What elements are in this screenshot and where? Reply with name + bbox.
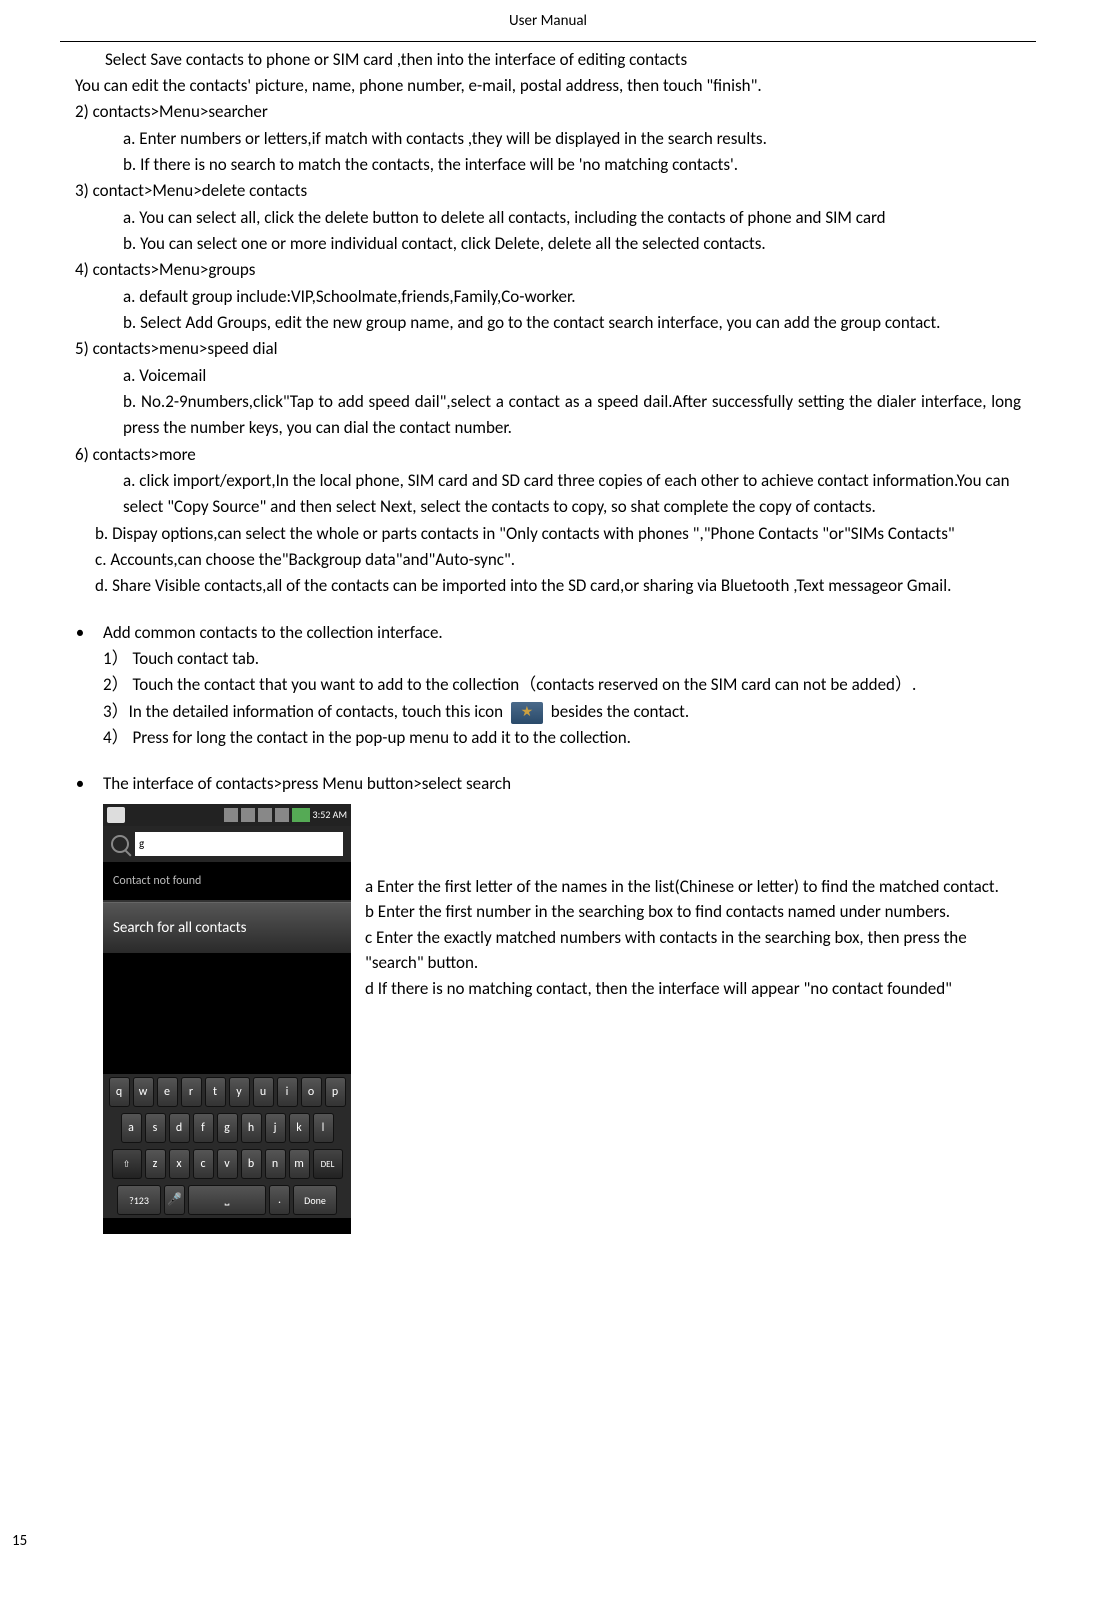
key[interactable]: o <box>301 1077 322 1107</box>
mic-key[interactable]: 🎤 <box>164 1185 185 1215</box>
key[interactable]: l <box>313 1113 334 1143</box>
key[interactable]: w <box>133 1077 154 1107</box>
no-results-text: Contact not found <box>103 862 351 900</box>
key[interactable]: c <box>193 1149 214 1179</box>
list-item: a. Enter numbers or letters,if match wit… <box>75 126 1021 152</box>
clock-text: 3:52 AM <box>313 807 347 822</box>
status-bar: 3:52 AM <box>103 804 351 826</box>
list-item: b. No.2-9numbers,click"Tap to add speed … <box>75 389 1021 442</box>
section-heading: 5) contacts>menu>speed dial <box>75 336 1021 362</box>
list-item: a. default group include:VIP,Schoolmate,… <box>75 284 1021 310</box>
key[interactable]: p <box>325 1077 346 1107</box>
soft-keyboard: q w e r t y u i o p a <box>103 1074 351 1218</box>
key[interactable]: i <box>277 1077 298 1107</box>
key[interactable]: x <box>169 1149 190 1179</box>
step-text: 3）In the detailed information of contact… <box>103 699 1021 725</box>
key[interactable]: g <box>217 1113 238 1143</box>
key[interactable]: d <box>169 1113 190 1143</box>
key[interactable]: n <box>265 1149 286 1179</box>
star-icon <box>511 702 543 724</box>
search-input[interactable]: g <box>135 832 343 856</box>
key[interactable]: b <box>241 1149 262 1179</box>
signal-icon <box>258 808 272 822</box>
key[interactable]: j <box>265 1113 286 1143</box>
list-item: a. click import/export,In the local phon… <box>75 468 1021 521</box>
body-text: Select Save contacts to phone or SIM car… <box>75 47 1021 73</box>
step-text-part: besides the contact. <box>551 701 689 722</box>
list-item: b Enter the first number in the searchin… <box>365 899 1021 925</box>
phone-screenshot: 3:52 AM g Contact not found Search for a… <box>103 804 351 1234</box>
key[interactable]: a <box>121 1113 142 1143</box>
symbols-key[interactable]: ?123 <box>117 1185 161 1215</box>
section-heading: 2) contacts>Menu>searcher <box>75 99 1021 125</box>
key[interactable]: m <box>289 1149 310 1179</box>
list-item: a. You can select all, click the delete … <box>75 205 1021 231</box>
step-text-part: 3）In the detailed information of contact… <box>103 701 503 722</box>
key[interactable]: t <box>205 1077 226 1107</box>
section-heading: 3) contact>Menu>delete contacts <box>75 178 1021 204</box>
bluetooth-icon <box>224 808 238 822</box>
search-all-button[interactable]: Search for all contacts <box>103 902 351 955</box>
body-text: You can edit the contacts' picture, name… <box>75 73 1021 99</box>
list-item: d. Share Visible contacts,all of the con… <box>75 573 1021 599</box>
signal-icon <box>275 808 289 822</box>
delete-key[interactable]: DEL <box>313 1149 343 1179</box>
page-header: User Manual <box>0 0 1096 41</box>
list-item: c Enter the exactly matched numbers with… <box>365 925 1021 976</box>
bullet-label: Add common contacts to the collection in… <box>103 620 1021 646</box>
list-item: b. You can select one or more individual… <box>75 231 1021 257</box>
section-heading: 6) contacts>more <box>75 442 1021 468</box>
notification-icon <box>107 807 125 823</box>
step-text: 1） Touch contact tab. <box>103 646 1021 672</box>
list-item: b. If there is no search to match the co… <box>75 152 1021 178</box>
list-item: a Enter the first letter of the names in… <box>365 874 1021 900</box>
bullet-dot: • <box>75 620 85 752</box>
done-key[interactable]: Done <box>293 1185 337 1215</box>
key[interactable]: u <box>253 1077 274 1107</box>
bullet-item: • Add common contacts to the collection … <box>75 620 1021 752</box>
key[interactable]: s <box>145 1113 166 1143</box>
list-item: c. Accounts,can choose the"Backgroup dat… <box>75 547 1021 573</box>
sim-icon <box>241 808 255 822</box>
instruction-text: a Enter the first letter of the names in… <box>365 804 1021 1234</box>
list-item: a. Voicemail <box>75 363 1021 389</box>
section-heading: 4) contacts>Menu>groups <box>75 257 1021 283</box>
space-key[interactable]: ⎵ <box>188 1185 266 1215</box>
list-item: d If there is no matching contact, then … <box>365 976 1021 1002</box>
shift-key[interactable]: ⇧ <box>112 1149 142 1179</box>
key[interactable]: q <box>109 1077 130 1107</box>
bullet-item: • The interface of contacts>press Menu b… <box>75 771 1021 1233</box>
page-number: 15 <box>12 1530 27 1553</box>
key[interactable]: r <box>181 1077 202 1107</box>
key[interactable]: k <box>289 1113 310 1143</box>
document-body: Select Save contacts to phone or SIM car… <box>0 42 1096 1234</box>
search-icon <box>111 835 129 853</box>
bullet-dot: • <box>75 771 85 1233</box>
key[interactable]: y <box>229 1077 250 1107</box>
key[interactable]: h <box>241 1113 262 1143</box>
step-text: 2） Touch the contact that you want to ad… <box>103 672 1021 698</box>
key[interactable]: f <box>193 1113 214 1143</box>
list-item: b. Select Add Groups, edit the new group… <box>75 310 1021 336</box>
search-bar: g <box>103 826 351 862</box>
key[interactable]: z <box>145 1149 166 1179</box>
battery-icon <box>292 808 310 822</box>
key[interactable]: v <box>217 1149 238 1179</box>
bullet-label: The interface of contacts>press Menu but… <box>103 771 1021 797</box>
step-text: 4） Press for long the contact in the pop… <box>103 725 1021 751</box>
key[interactable]: . <box>269 1185 290 1215</box>
list-item: b. Dispay options,can select the whole o… <box>75 521 1021 547</box>
key[interactable]: e <box>157 1077 178 1107</box>
